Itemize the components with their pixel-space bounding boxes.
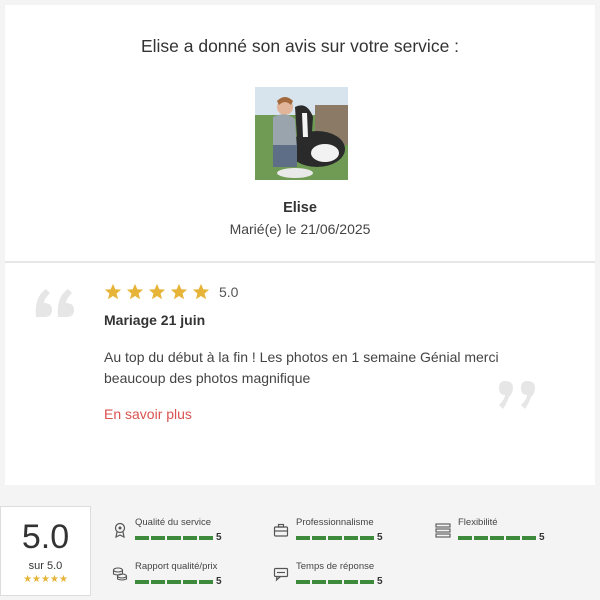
criterion-value: 5 — [377, 532, 383, 543]
criterion-bar — [296, 580, 376, 584]
reviewer-name: Elise — [283, 200, 317, 216]
criterion-bar — [135, 580, 215, 584]
criterion-label: Flexibilité — [458, 517, 498, 528]
review-title: Mariage 21 juin — [104, 312, 206, 328]
sliders-icon — [435, 523, 451, 538]
criterion-bar — [296, 536, 376, 540]
criterion-value: 5 — [377, 576, 383, 587]
star-icon — [148, 283, 166, 300]
criterion-label: Temps de réponse — [296, 561, 375, 572]
criterion-quality: Qualité du service 5 — [112, 517, 262, 553]
criterion-professionalism: Professionnalisme 5 — [273, 517, 423, 553]
overall-stars: ★★★★★ — [23, 574, 68, 585]
close-quote-icon — [495, 375, 543, 427]
open-quote-icon — [32, 271, 80, 323]
criterion-value: 5 — [539, 532, 545, 543]
star-icon — [104, 283, 122, 300]
star-icon — [170, 283, 188, 300]
star-icon — [126, 283, 144, 300]
review-rating: 5.0 — [104, 283, 238, 301]
criterion-bar — [135, 536, 215, 540]
review-card: Elise a donné son avis sur votre service… — [5, 5, 595, 485]
criterion-flexibility: Flexibilité 5 — [435, 517, 585, 553]
award-icon — [114, 522, 126, 538]
criterion-value: 5 — [216, 532, 222, 543]
score-scale: sur 5.0 — [28, 560, 63, 572]
review-score: 5.0 — [219, 284, 239, 300]
chat-icon — [273, 567, 289, 582]
overall-score: 5.0 — [21, 518, 70, 556]
overall-score-box: 5.0 sur 5.0 ★★★★★ — [0, 506, 91, 596]
read-more-link[interactable]: En savoir plus — [104, 406, 192, 422]
criterion-value: 5 — [216, 576, 222, 587]
section-divider — [5, 261, 595, 263]
criterion-bar — [458, 536, 538, 540]
criterion-response-time: Temps de réponse 5 — [273, 561, 423, 597]
reviewer-avatar — [255, 87, 348, 180]
star-icon — [192, 283, 210, 300]
criterion-label: Rapport qualité/prix — [135, 561, 218, 572]
briefcase-icon — [273, 523, 289, 537]
criterion-label: Professionnalisme — [296, 517, 374, 528]
review-text: Au top du début à la fin ! Les photos en… — [104, 349, 499, 386]
coins-icon — [112, 567, 128, 581]
criterion-label: Qualité du service — [135, 517, 212, 528]
review-heading: Elise a donné son avis sur votre service… — [140, 36, 460, 56]
wedding-date: Marié(e) le 21/06/2025 — [229, 221, 371, 237]
criterion-value-for-money: Rapport qualité/prix 5 — [112, 561, 262, 597]
